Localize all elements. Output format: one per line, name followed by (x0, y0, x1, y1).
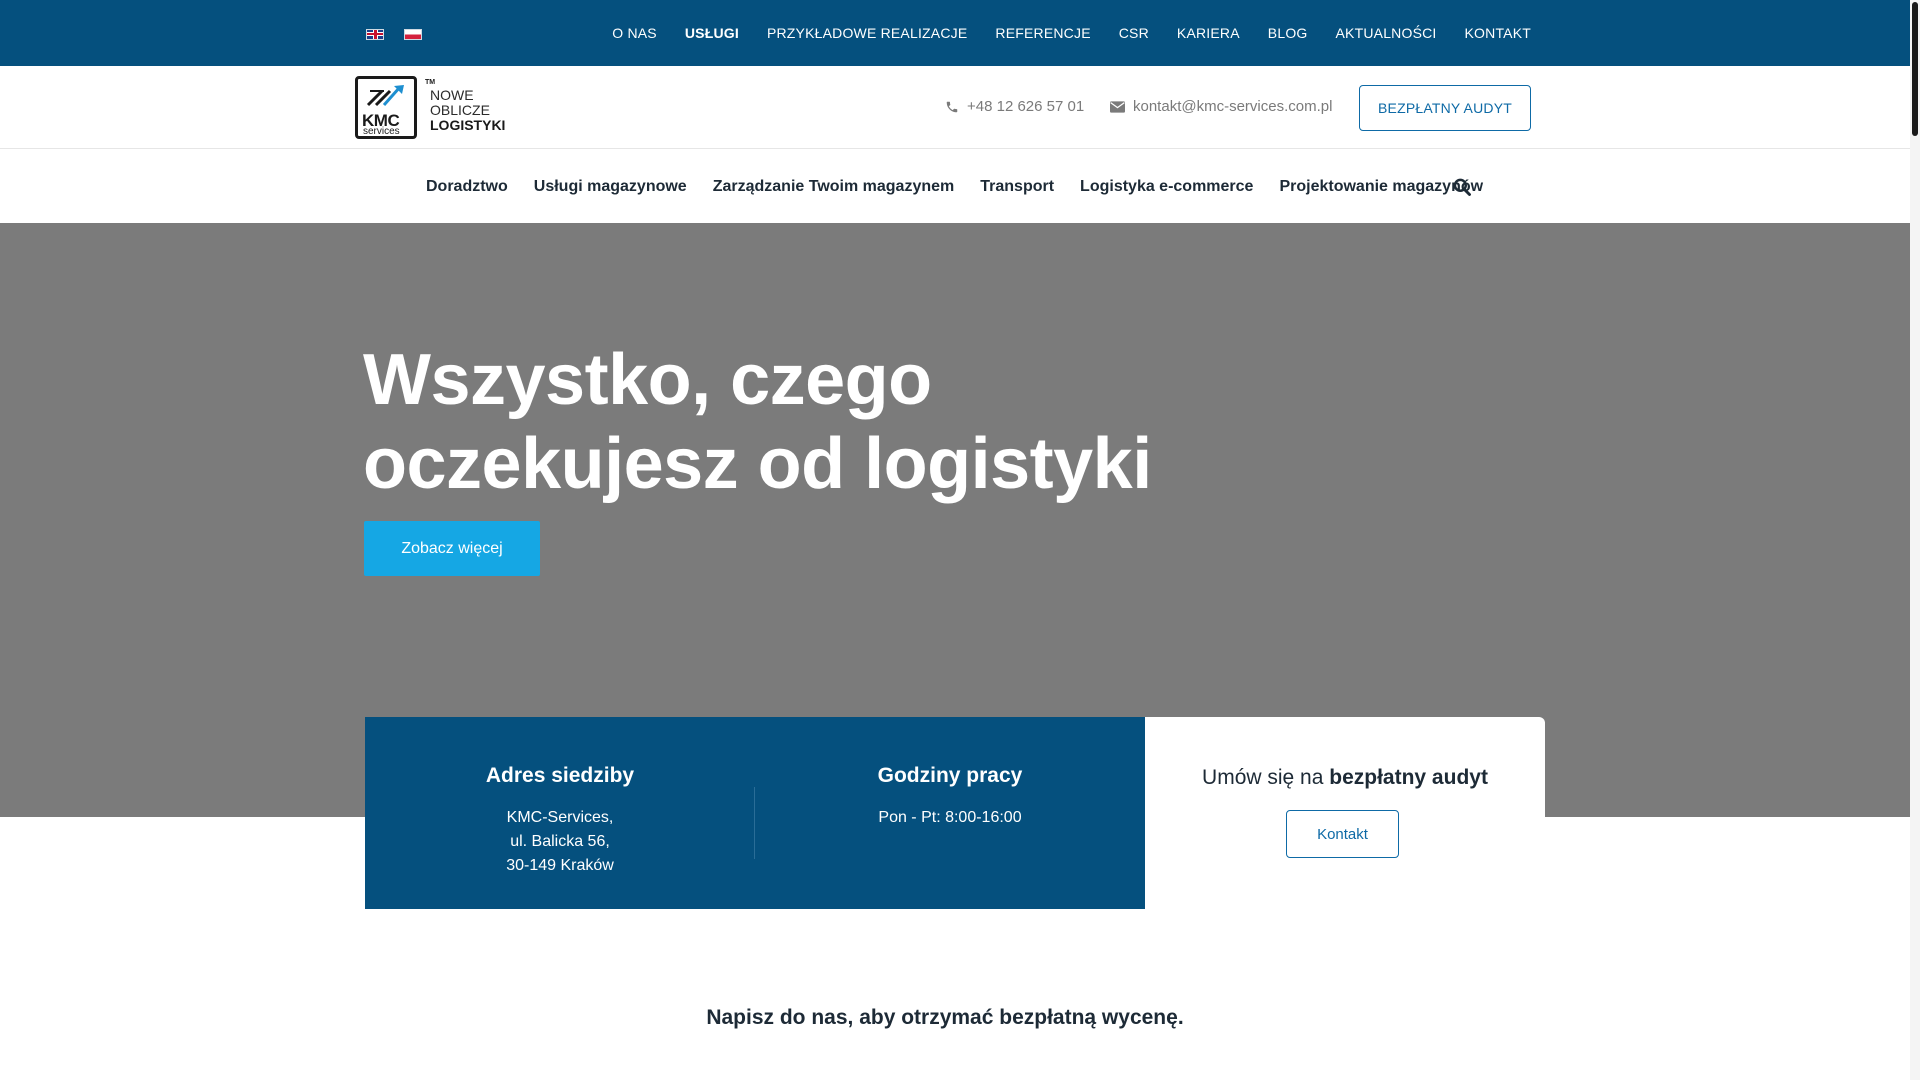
audit-card-title: Umów się na bezpłatny audyt (1145, 766, 1545, 790)
header-phone[interactable]: +48 12 626 57 01 (945, 98, 1084, 115)
free-audit-button[interactable]: BEZPŁATNY AUDYT (1359, 85, 1531, 131)
address-column: Adres siedziby KMC-Services, ul. Balicka… (365, 717, 755, 909)
address-line-1: KMC-Services, (506, 809, 614, 826)
scrollbar-thumb[interactable] (1912, 2, 1918, 136)
hours-text: Pon - Pt: 8:00-16:00 (878, 809, 1022, 826)
hero-title: Wszystko, czego oczekujesz od logistyki (363, 338, 1152, 506)
audit-card: Umów się na bezpłatny audyt Kontakt (1145, 717, 1545, 909)
address-title: Adres siedziby (485, 764, 635, 787)
logo-sub: services (363, 126, 400, 137)
main-nav-ecommerce[interactable]: Logistyka e-commerce (1080, 178, 1253, 196)
main-nav-items: Doradztwo Usługi magazynowe Zarządzanie … (426, 150, 1483, 223)
main-nav-zarzadzanie[interactable]: Zarządzanie Twoim magazynem (713, 178, 955, 196)
logo-tagline-3: LOGISTYKI (430, 117, 506, 133)
see-more-button[interactable]: Zobacz więcej (364, 521, 540, 576)
top-nav-kariera[interactable]: KARIERA (1177, 25, 1240, 41)
contact-button[interactable]: Kontakt (1286, 810, 1399, 858)
hours-column: Godziny pracy Pon - Pt: 8:00-16:00 (755, 717, 1145, 909)
hero-title-line-2: oczekujesz od logistyki (363, 424, 1152, 504)
page: O NAS USŁUGI PRZYKŁADOWE REALIZACJE REFE… (0, 0, 1910, 1080)
top-nav-csr[interactable]: CSR (1119, 25, 1149, 41)
main-nav: Doradztwo Usługi magazynowe Zarządzanie … (0, 150, 1910, 223)
main-nav-doradztwo[interactable]: Doradztwo (426, 178, 508, 196)
hours-title: Godziny pracy (877, 764, 1023, 787)
logo-tagline: NOWE OBLICZE LOGISTYKI (430, 88, 505, 133)
poland-flag-icon[interactable] (404, 29, 422, 40)
logo-mark: KMC services TM (355, 76, 435, 139)
phone-icon (946, 101, 958, 112)
top-bar: O NAS USŁUGI PRZYKŁADOWE REALIZACJE REFE… (0, 0, 1910, 66)
email-address: kontakt@kmc-services.com.pl (1133, 98, 1333, 115)
top-nav-o-nas[interactable]: O NAS (612, 25, 657, 41)
top-nav-kontakt[interactable]: KONTAKT (1465, 25, 1531, 41)
address-line-3: 30-149 Kraków (506, 857, 614, 874)
search-icon[interactable] (1452, 177, 1472, 202)
audit-card-title-pre: Umów się na (1202, 766, 1330, 789)
main-nav-transport[interactable]: Transport (980, 178, 1054, 196)
address-lines: KMC-Services, ul. Balicka 56, 30-149 Kra… (365, 806, 755, 878)
info-panel: Adres siedziby KMC-Services, ul. Balicka… (365, 717, 1145, 909)
envelope-icon (1110, 100, 1125, 113)
uk-flag-icon[interactable] (366, 29, 384, 40)
phone-number: +48 12 626 57 01 (967, 98, 1085, 115)
header-email[interactable]: kontakt@kmc-services.com.pl (1110, 98, 1332, 115)
audit-card-title-bold: bezpłatny audyt (1329, 766, 1488, 789)
top-nav-realizacje[interactable]: PRZYKŁADOWE REALIZACJE (767, 25, 967, 41)
site-header: KMC services TM NOWE OBLICZE LOGISTYKI +… (0, 66, 1910, 149)
address-line-2: ul. Balicka 56, (510, 833, 610, 850)
logo-tm: TM (425, 79, 436, 86)
main-nav-uslugi-magazynowe[interactable]: Usługi magazynowe (534, 178, 687, 196)
top-nav-aktualnosci[interactable]: AKTUALNOŚCI (1336, 25, 1437, 41)
hero-title-line-1: Wszystko, czego (363, 340, 932, 420)
top-nav: O NAS USŁUGI PRZYKŁADOWE REALIZACJE REFE… (612, 0, 1531, 66)
top-nav-uslugi[interactable]: USŁUGI (685, 25, 739, 41)
logo-tagline-2: OBLICZE (430, 102, 490, 118)
page-scrollbar[interactable] (1910, 0, 1920, 1080)
top-nav-referencje[interactable]: REFERENCJE (995, 25, 1090, 41)
logo-tagline-1: NOWE (430, 87, 474, 103)
quote-invitation: Napisz do nas, aby otrzymać bezpłatną wy… (706, 1006, 1184, 1029)
top-nav-blog[interactable]: BLOG (1268, 25, 1308, 41)
logo-arrows-icon (366, 85, 404, 107)
logo[interactable]: KMC services TM NOWE OBLICZE LOGISTYKI (355, 76, 505, 139)
